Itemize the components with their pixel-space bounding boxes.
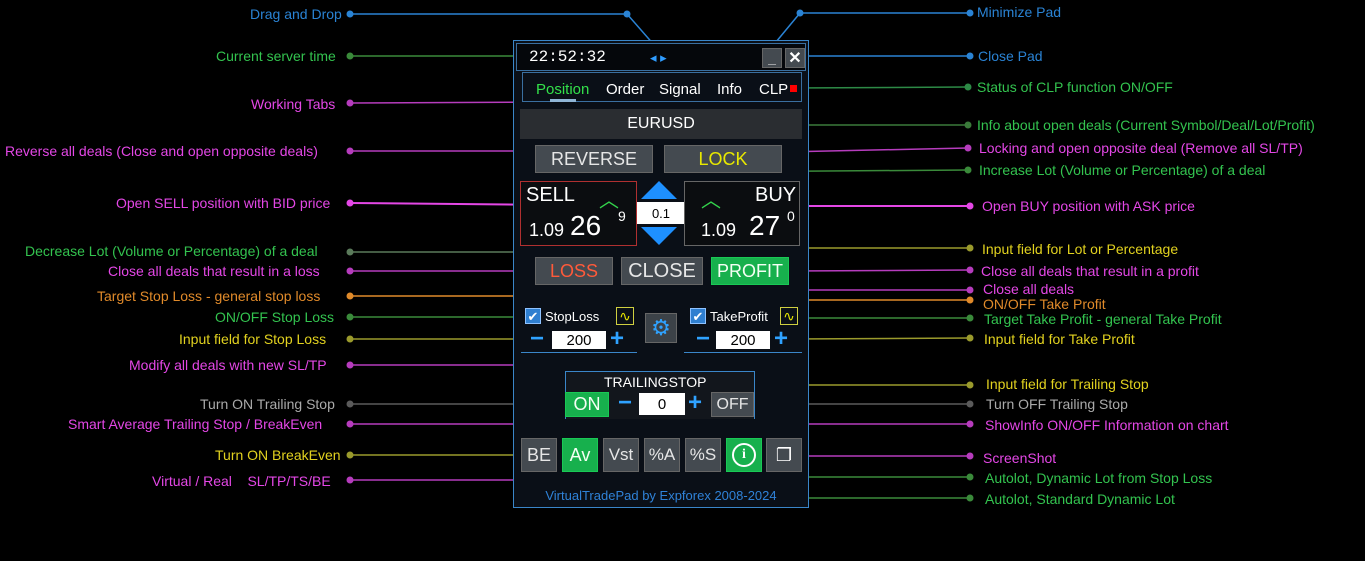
sell-price-big: 26 [570, 210, 602, 241]
active-tab-indicator [550, 99, 576, 102]
ann-close-loss: Close all deals that result in a loss [108, 263, 320, 279]
takeprofit-input[interactable]: 200 [716, 331, 770, 349]
screenshot-window-icon[interactable]: ❐ [766, 438, 802, 472]
close-pad-button[interactable]: ✕ [785, 48, 805, 68]
ann-turn-on-ts: Turn ON Trailing Stop [200, 396, 335, 412]
ann-open-buy: Open BUY position with ASK price [982, 198, 1195, 214]
gear-icon[interactable]: ⚙ [645, 313, 677, 343]
ann-close-all: Close all deals [983, 281, 1075, 297]
minimize-button[interactable]: _ [762, 48, 782, 68]
sell-button[interactable]: SELL ︿ 1.09 26 9 [520, 181, 637, 246]
takeprofit-minus-button[interactable]: − [696, 325, 710, 353]
ann-close-pad: Close Pad [978, 48, 1043, 64]
trailing-plus-button[interactable]: + [688, 389, 702, 417]
ann-server-time: Current server time [216, 48, 336, 64]
tab-clp[interactable]: CLP [759, 81, 788, 98]
ann-open-sell: Open SELL position with BID price [116, 195, 331, 211]
server-time: 22:52:32 [529, 48, 606, 66]
sell-label: SELL [526, 184, 575, 206]
ann-target-tp: Target Take Profit - general Take Profit [984, 311, 1222, 327]
tab-info[interactable]: Info [717, 81, 742, 98]
close-loss-button[interactable]: LOSS [535, 257, 613, 285]
tab-position[interactable]: Position [536, 81, 589, 98]
ann-input-lot: Input field for Lot or Percentage [982, 241, 1179, 257]
trailing-off-button[interactable]: OFF [711, 392, 754, 417]
ann-smart-avg: Smart Average Trailing Stop / BreakEven [68, 416, 323, 432]
sell-price-sup: 9 [618, 208, 626, 224]
lot-input[interactable]: 0.1 [637, 202, 685, 224]
ann-screenshot: ScreenShot [983, 450, 1057, 466]
ann-autolot-sl: Autolot, Dynamic Lot from Stop Loss [985, 470, 1213, 486]
lock-button[interactable]: LOCK [664, 145, 782, 173]
buy-price-big: 27 [749, 210, 781, 241]
ann-autolot-std: Autolot, Standard Dynamic Lot [985, 491, 1175, 507]
drag-handle-arrows[interactable]: ◂ ▸ [650, 50, 667, 66]
ann-turn-off-ts: Turn OFF Trailing Stop [986, 396, 1128, 412]
trailing-minus-button[interactable]: − [618, 389, 632, 417]
reverse-button[interactable]: REVERSE [535, 145, 653, 173]
info-symbol-bar: EURUSD [520, 109, 802, 139]
close-profit-button[interactable]: PROFIT [711, 257, 789, 285]
tab-order[interactable]: Order [606, 81, 644, 98]
ann-increase-lot: Increase Lot (Volume or Percentage) of a… [979, 162, 1266, 178]
ann-input-tp: Input field for Take Profit [984, 331, 1135, 347]
stoploss-minus-button[interactable]: − [530, 325, 544, 353]
takeprofit-checkbox[interactable]: ✔ [690, 308, 706, 324]
trailing-title: TRAILINGSTOP [604, 374, 707, 390]
virtual-real-button[interactable]: Vst [603, 438, 639, 472]
lot-decrease-icon[interactable] [641, 227, 677, 245]
buy-price-prefix: 1.09 [701, 220, 737, 240]
buy-chevron-up-icon: ︿ [701, 190, 721, 212]
info-icon: i [732, 443, 756, 467]
pad-header[interactable]: 22:52:32 ◂ ▸ _ ✕ [516, 43, 806, 71]
ann-clp-status: Status of CLP function ON/OFF [977, 79, 1173, 95]
buy-price-sup: 0 [787, 208, 795, 224]
ann-onoff-tp: ON/OFF Take Profit [983, 296, 1106, 312]
autolot-sl-button[interactable]: %S [685, 438, 721, 472]
showinfo-button[interactable]: i [726, 438, 762, 472]
close-all-button[interactable]: CLOSE [621, 257, 703, 285]
trailing-input[interactable]: 0 [639, 393, 685, 415]
ann-info-deals: Info about open deals (Current Symbol/De… [977, 117, 1315, 133]
buy-label: BUY [755, 184, 797, 206]
ann-target-sl: Target Stop Loss - general stop loss [97, 288, 321, 304]
ann-virtual-real: Virtual / Real SL/TP/TS/BE [152, 473, 331, 489]
ann-minimize: Minimize Pad [977, 4, 1062, 20]
stoploss-checkbox[interactable]: ✔ [525, 308, 541, 324]
ann-modify: Modify all deals with new SL/TP [129, 357, 327, 373]
ann-locking: Locking and open opposite deal (Remove a… [979, 140, 1303, 156]
clp-status-indicator [790, 85, 797, 92]
trailing-on-button[interactable]: ON [565, 392, 609, 417]
stoploss-label: StopLoss [545, 309, 600, 324]
ann-turn-on-be: Turn ON BreakEven [215, 447, 341, 463]
takeprofit-label: TakeProfit [710, 309, 768, 324]
takeprofit-target-icon[interactable]: ∿ [780, 307, 798, 325]
stoploss-target-icon[interactable]: ∿ [616, 307, 634, 325]
lot-increase-icon[interactable] [641, 181, 677, 199]
ann-reverse: Reverse all deals (Close and open opposi… [5, 143, 318, 159]
ann-showinfo: ShowInfo ON/OFF Information on chart [985, 417, 1229, 433]
autolot-standard-button[interactable]: %A [644, 438, 680, 472]
breakeven-button[interactable]: BE [521, 438, 557, 472]
sell-price-prefix: 1.09 [529, 220, 565, 240]
ann-drag-drop: Drag and Drop [250, 6, 342, 22]
tab-signal[interactable]: Signal [659, 81, 701, 98]
ann-close-profit: Close all deals that result in a profit [981, 263, 1199, 279]
ann-decrease-lot: Decrease Lot (Volume or Percentage) of a… [25, 243, 318, 259]
ann-working-tabs: Working Tabs [251, 96, 336, 112]
ann-onoff-sl: ON/OFF Stop Loss [215, 309, 335, 325]
stoploss-plus-button[interactable]: + [610, 325, 624, 353]
smart-average-button[interactable]: Av [562, 438, 598, 472]
ann-input-sl: Input field for Stop Loss [179, 331, 327, 347]
takeprofit-plus-button[interactable]: + [774, 325, 788, 353]
buy-button[interactable]: ︿ BUY 1.09 27 0 [684, 181, 800, 246]
trade-pad: 22:52:32 ◂ ▸ _ ✕ Position Order Signal I… [513, 40, 809, 508]
sell-chevron-up-icon: ︿ [599, 190, 619, 212]
footer-text: VirtualTradePad by Expforex 2008-2024 [545, 488, 777, 503]
ann-input-ts: Input field for Trailing Stop [986, 376, 1149, 392]
stoploss-input[interactable]: 200 [552, 331, 606, 349]
